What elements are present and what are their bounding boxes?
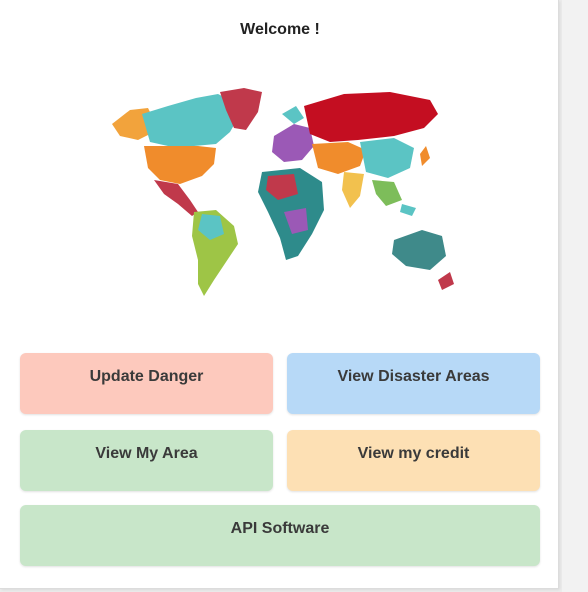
view-disaster-areas-label: View Disaster Areas [337,367,490,385]
api-software-label: API Software [230,519,330,537]
main-card: Welcome ! Update Danger View Disaster Ar… [0,0,559,589]
world-map-image [112,88,454,296]
page-title: Welcome ! [240,21,320,38]
api-software-button[interactable]: API Software [20,505,540,566]
update-danger-button[interactable]: Update Danger [20,353,273,414]
view-disaster-areas-button[interactable]: View Disaster Areas [287,353,540,414]
scrollbar-track[interactable] [562,0,588,592]
view-my-credit-button[interactable]: View my credit [287,430,540,491]
view-my-area-button[interactable]: View My Area [20,430,273,491]
view-my-area-label: View My Area [95,444,198,462]
update-danger-label: Update Danger [89,367,204,385]
view-my-credit-label: View my credit [357,444,470,462]
